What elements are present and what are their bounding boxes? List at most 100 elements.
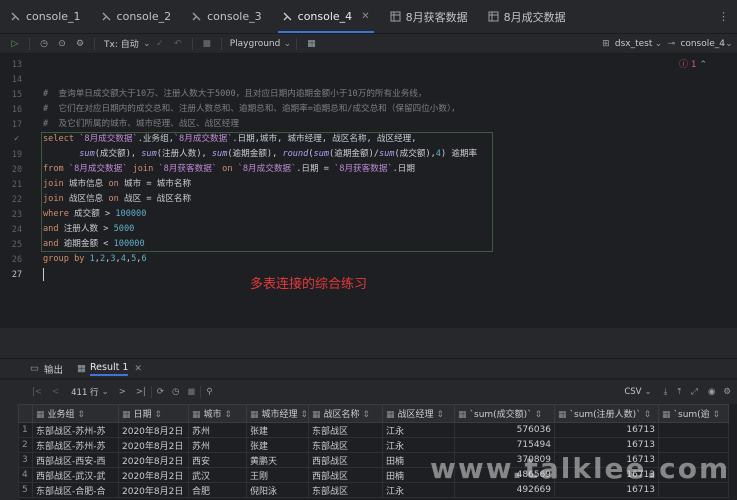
tab-console-4[interactable]: console_4 ✕ (272, 0, 380, 33)
column-header[interactable]: ▦ `sum(逾 ⇕ (658, 404, 729, 423)
code-line[interactable]: 16 # 它们在对应日期内的成交总和、注册人数总和、逾期总和、逾期率=逾期总和/成… (0, 102, 737, 117)
table-cell[interactable]: 倪阳泳 (246, 482, 309, 498)
tab-console-3[interactable]: console_3 (181, 0, 272, 33)
table-cell[interactable]: 2020年8月2日 (118, 467, 189, 483)
row-count-select[interactable]: 411 行 (71, 386, 98, 398)
column-header[interactable]: ▦ 业务组 ⇕ (32, 404, 119, 423)
chevron-down-icon[interactable]: ⌄ (283, 35, 292, 53)
sort-icon[interactable]: ⇕ (641, 410, 652, 420)
stop-square-icon[interactable]: ■ (198, 35, 216, 53)
code-line[interactable]: 20 from `8月成交数据` join `8月获客数据` on `8月成交数据… (0, 162, 737, 177)
table-cell[interactable]: 合肥 (188, 482, 247, 498)
code-line[interactable]: 21 join 城市信息 on 城市 = 城市名称 (0, 177, 737, 192)
table-cell[interactable]: 西部战区 (308, 467, 383, 483)
table-cell[interactable]: 西安 (188, 452, 247, 468)
table-cell[interactable]: 16713 (554, 422, 659, 438)
code-line[interactable]: 25 and 逾期金额 < 100000 (0, 237, 737, 252)
last-page-icon[interactable]: >| (136, 387, 146, 397)
table-cell[interactable]: 715494 (454, 437, 555, 453)
tab-console-1[interactable]: console_1 (0, 0, 91, 33)
table-cell[interactable]: 苏州 (188, 422, 247, 438)
run-icon[interactable]: ▷ (6, 35, 24, 53)
table-cell[interactable]: 东部战区 (308, 437, 383, 453)
tab-result-1[interactable]: Result 1 (89, 362, 129, 376)
sort-icon[interactable]: ⇕ (360, 410, 370, 420)
code-line[interactable]: 24 and 注册人数 > 5000 (0, 222, 737, 237)
code-line[interactable]: 17 # 及它们所属的城市、城市经理、战区、战区经理 (0, 117, 737, 132)
chevron-down-icon[interactable]: ⌄ (143, 35, 151, 53)
code-line[interactable]: 19 sum(成交额), sum(注册人数), sum(逾期金额), round… (0, 147, 737, 162)
chevron-down-icon[interactable]: ⌄ (725, 35, 733, 53)
eye-icon[interactable]: ◉ (708, 387, 715, 397)
column-header[interactable]: ▦ 日期 ⇕ (118, 404, 189, 423)
sort-icon[interactable]: ⇕ (532, 410, 543, 420)
close-icon[interactable]: ✕ (361, 11, 369, 22)
table-cell[interactable]: 2020年8月2日 (118, 422, 189, 438)
refresh-icon[interactable]: ⟳ (157, 387, 164, 397)
code-line[interactable]: 27 (0, 267, 737, 282)
table-cell[interactable] (658, 437, 729, 453)
table-cell[interactable]: 2020年8月2日 (118, 482, 189, 498)
tab-aug-acquisition[interactable]: 8月获客数据 (380, 0, 478, 33)
tx-mode-select[interactable]: Tx: 自动 (104, 37, 139, 50)
grid-icon[interactable]: ▦ (302, 35, 320, 53)
table-cell[interactable]: 黄鹏天 (246, 452, 309, 468)
stop-icon[interactable]: ⊙ (53, 35, 71, 53)
table-row[interactable]: 1 东部战区-苏州-苏 2020年8月2日 苏州 张建 东部战区 江永 576036 16713 (18, 422, 729, 438)
table-cell[interactable]: 江永 (382, 422, 455, 438)
column-header[interactable]: ▦ 城市 ⇕ (188, 404, 247, 423)
table-row[interactable]: 2 东部战区-苏州-苏 2020年8月2日 苏州 张建 东部战区 江永 715494 16713 (18, 437, 729, 453)
column-header[interactable]: ▦ 城市经理 ⇕ (246, 404, 309, 423)
sql-editor[interactable]: ⓘ 1 ⌃ 13 14 15 # 查询单日成交额大于10万、注册人数大于5000，且对… (0, 54, 737, 328)
table-cell[interactable]: 2020年8月2日 (118, 452, 189, 468)
table-cell[interactable]: 苏州 (188, 437, 247, 453)
more-tabs-icon[interactable]: ⋮ (718, 10, 729, 23)
settings-icon[interactable]: ⚙ (71, 35, 89, 53)
table-cell[interactable]: 西部战区 (308, 452, 383, 468)
sort-icon[interactable]: ⇕ (222, 410, 232, 420)
tab-console-2[interactable]: console_2 (91, 0, 182, 33)
download-icon[interactable]: ⤓ (664, 387, 668, 397)
column-header[interactable]: ▦ `sum(成交额)` ⇕ (454, 404, 555, 423)
export-format-select[interactable]: CSV (624, 387, 641, 397)
table-cell[interactable]: 2020年8月2日 (118, 437, 189, 453)
code-line[interactable]: 14 (0, 72, 737, 87)
code-line[interactable]: 13 (0, 57, 737, 72)
column-header[interactable]: ▦ 战区经理 ⇕ (382, 404, 455, 423)
prev-page-icon[interactable]: < (52, 387, 59, 397)
playground-select[interactable]: Playground (230, 39, 281, 49)
history-icon[interactable]: ◷ (35, 35, 53, 53)
console-select[interactable]: console_4 (680, 39, 725, 49)
stop-square-icon[interactable]: ■ (187, 387, 195, 397)
commit-icon[interactable]: ✓ (151, 35, 169, 53)
table-cell[interactable]: 东部战区-苏州-苏 (32, 422, 119, 438)
chevron-down-icon[interactable]: ⌄ (654, 35, 663, 53)
pin-icon[interactable]: ⚲ (206, 387, 212, 397)
table-cell[interactable]: 576036 (454, 422, 555, 438)
table-cell[interactable]: 东部战区 (308, 482, 383, 498)
table-cell[interactable]: 王刚 (246, 467, 309, 483)
sort-icon[interactable]: ⇕ (75, 410, 85, 420)
table-cell[interactable]: 西部战区-西安-西 (32, 452, 119, 468)
table-cell[interactable]: 张建 (246, 422, 309, 438)
code-line[interactable]: 18✓select `8月成交数据`.业务组,`8月成交数据`.日期,城市, 城… (0, 132, 737, 147)
column-header[interactable]: ▦ 战区名称 ⇕ (308, 404, 383, 423)
sort-icon[interactable]: ⇕ (298, 410, 307, 420)
table-cell[interactable]: 东部战区-合肥-合 (32, 482, 119, 498)
code-line[interactable]: 23 where 成交额 > 100000 (0, 207, 737, 222)
table-cell[interactable]: 张建 (246, 437, 309, 453)
chevron-down-icon[interactable]: ⌄ (644, 387, 651, 397)
upload-icon[interactable]: ⤒ (677, 387, 681, 397)
sort-icon[interactable]: ⇕ (152, 410, 162, 420)
expand-icon[interactable]: ⤢ (691, 387, 698, 397)
column-header[interactable]: ▦ `sum(注册人数)` ⇕ (554, 404, 659, 423)
first-page-icon[interactable]: |< (32, 387, 42, 397)
code-line[interactable]: 26 group by 1,2,3,4,5,6 (0, 252, 737, 267)
code-line[interactable]: 22 join 战区信息 on 战区 = 战区名称 (0, 192, 737, 207)
datasource-select[interactable]: dsx_test (615, 39, 653, 49)
table-cell[interactable]: 东部战区-苏州-苏 (32, 437, 119, 453)
close-icon[interactable]: ✕ (134, 364, 142, 374)
table-cell[interactable]: 武汉 (188, 467, 247, 483)
table-cell[interactable] (658, 422, 729, 438)
sort-icon[interactable]: ⇕ (434, 410, 444, 420)
